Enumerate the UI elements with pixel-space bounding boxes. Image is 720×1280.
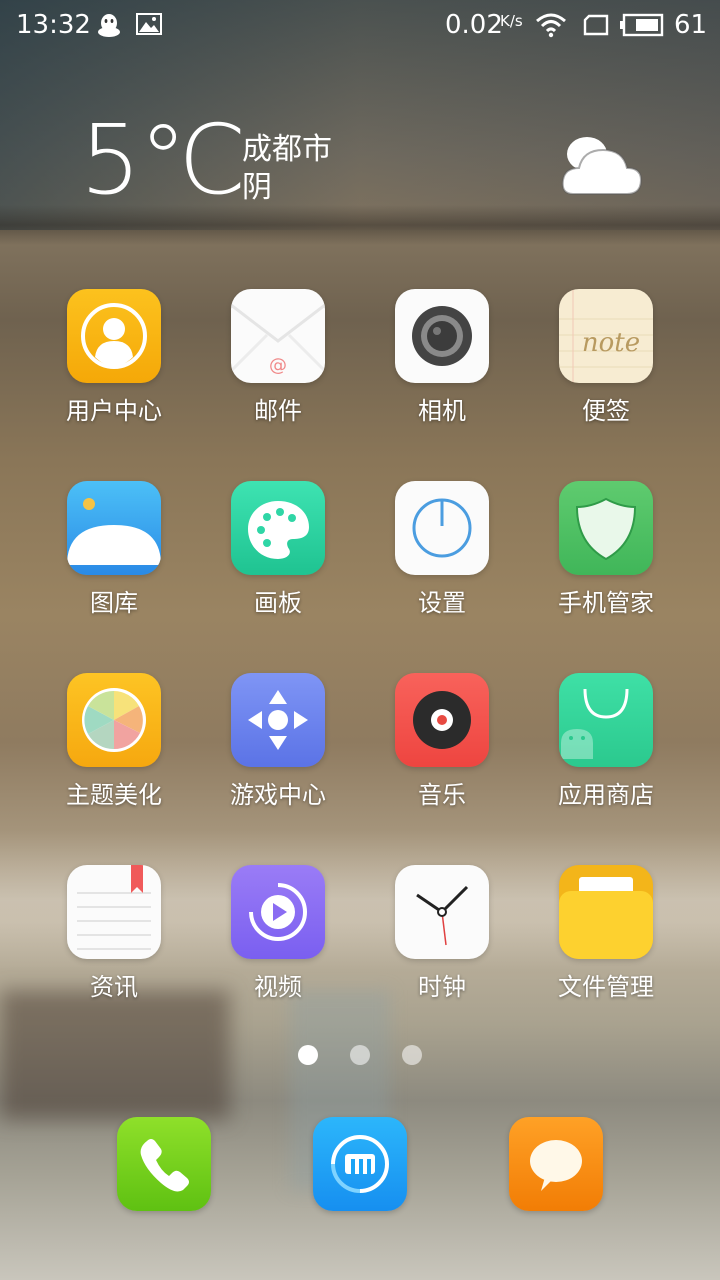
page-dot[interactable] — [402, 1045, 422, 1065]
music-icon — [395, 673, 489, 767]
app-file-manager[interactable]: 文件管理 — [524, 865, 688, 1003]
weather-widget[interactable]: 5℃ 成都市 阴 — [0, 110, 720, 220]
app-camera[interactable]: 相机 — [360, 289, 524, 427]
app-store[interactable]: 应用商店 — [524, 673, 688, 811]
phone-icon — [140, 1139, 189, 1192]
note-icon-text: note — [582, 328, 640, 358]
settings-icon — [395, 481, 489, 575]
app-gallery[interactable]: 图库 — [32, 481, 196, 619]
app-music[interactable]: 音乐 — [360, 673, 524, 811]
app-phone-manager[interactable]: 手机管家 — [524, 481, 688, 619]
app-label: 邮件 — [254, 397, 302, 425]
app-label: 相机 — [418, 397, 466, 425]
dock-phone[interactable] — [117, 1117, 211, 1211]
app-user-center[interactable]: 用户中心 — [32, 289, 196, 427]
net-unit: K/s — [500, 12, 523, 30]
image-icon — [136, 13, 162, 35]
qq-icon — [98, 14, 120, 37]
app-label: 文件管理 — [558, 973, 654, 1001]
messages-icon — [530, 1140, 582, 1191]
theme-icon — [67, 673, 161, 767]
app-label: 资讯 — [90, 973, 138, 1001]
app-label: 时钟 — [418, 973, 466, 1001]
svg-text:@: @ — [269, 355, 287, 376]
game-center-icon — [231, 673, 325, 767]
app-label: 便签 — [582, 397, 630, 425]
app-news[interactable]: 资讯 — [32, 865, 196, 1003]
phone-manager-icon — [559, 481, 653, 575]
app-game-center[interactable]: 游戏中心 — [196, 673, 360, 811]
app-settings[interactable]: 设置 — [360, 481, 524, 619]
status-time: 13:32 — [16, 10, 91, 40]
camera-icon — [395, 289, 489, 383]
app-palette[interactable]: 画板 — [196, 481, 360, 619]
app-notes[interactable]: note 便签 — [524, 289, 688, 427]
app-label: 主题美化 — [66, 781, 162, 809]
page-indicator — [0, 1045, 720, 1067]
app-label: 设置 — [418, 589, 466, 617]
user-center-icon — [67, 289, 161, 383]
weather-condition: 阴 — [242, 170, 272, 205]
app-theme[interactable]: 主题美化 — [32, 673, 196, 811]
app-label: 应用商店 — [558, 781, 654, 809]
dock-browser[interactable] — [313, 1117, 407, 1211]
wifi-icon — [536, 13, 566, 38]
app-label: 手机管家 — [558, 589, 654, 617]
browser-icon — [331, 1135, 389, 1193]
status-bar: 13:32 0.02 K/s 61 — [0, 0, 720, 52]
news-icon — [67, 865, 161, 959]
app-clock[interactable]: 时钟 — [360, 865, 524, 1003]
palette-icon — [231, 481, 325, 575]
battery-level: 61 — [674, 10, 708, 40]
video-icon — [231, 865, 325, 959]
cloud-icon — [561, 137, 643, 195]
app-mail[interactable]: @ 邮件 — [196, 289, 360, 427]
app-label: 游戏中心 — [230, 781, 326, 809]
clock-icon — [395, 865, 489, 959]
net-speed: 0.02 — [445, 10, 503, 40]
weather-temperature: 5℃ — [80, 104, 247, 216]
app-label: 用户中心 — [66, 397, 162, 425]
app-label: 音乐 — [418, 781, 466, 809]
file-manager-icon — [559, 865, 653, 959]
gallery-icon — [67, 481, 161, 575]
sim-icon — [583, 14, 609, 36]
mail-icon: @ — [231, 289, 325, 383]
app-store-icon — [559, 673, 653, 767]
dock-messages[interactable] — [509, 1117, 603, 1211]
page-dot[interactable] — [350, 1045, 370, 1065]
app-label: 视频 — [254, 973, 302, 1001]
battery-icon — [620, 13, 664, 37]
app-label: 画板 — [254, 589, 302, 617]
app-video[interactable]: 视频 — [196, 865, 360, 1003]
page-dot-active[interactable] — [298, 1045, 318, 1065]
app-label: 图库 — [90, 589, 138, 617]
note-icon: note — [559, 289, 653, 383]
